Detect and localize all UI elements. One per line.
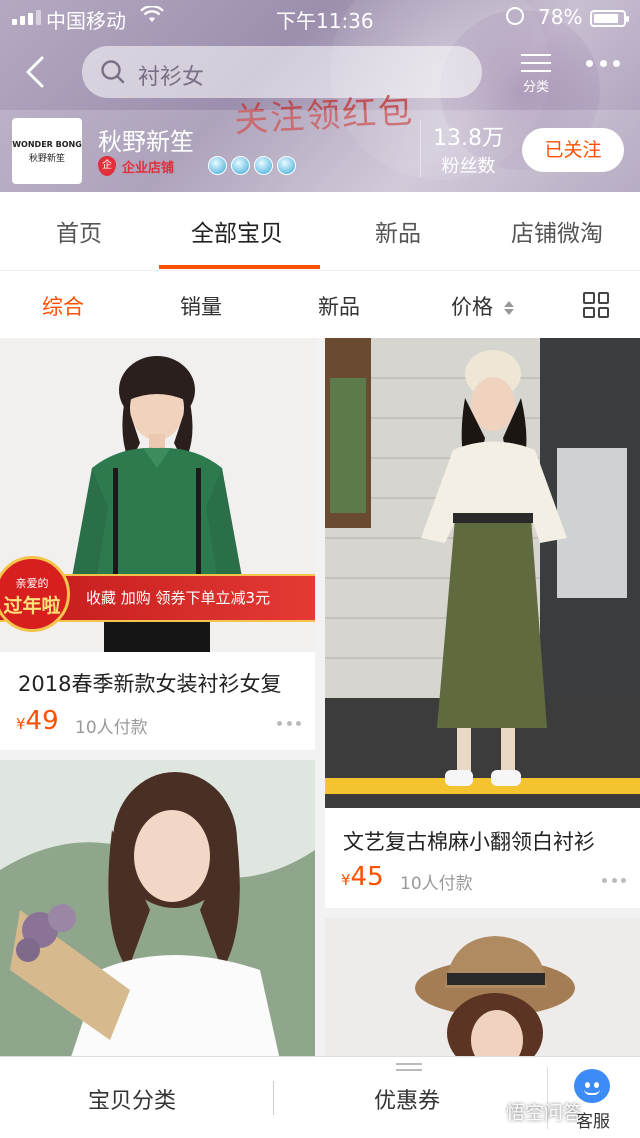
back-arrow-icon[interactable] — [20, 52, 54, 92]
wifi-icon — [140, 6, 164, 22]
crown-icon — [277, 156, 296, 175]
product-card[interactable]: 文艺复古棉麻小翻领白衬衫 ¥45 10人付款 — [325, 338, 640, 908]
shop-logo-cn: 秋野新笙 — [28, 154, 65, 164]
more-options-icon[interactable] — [586, 60, 620, 70]
sort-price[interactable]: 价格 — [451, 291, 514, 321]
crown-icon — [254, 156, 273, 175]
drag-handle-icon[interactable] — [396, 1063, 422, 1071]
tab-home[interactable]: 首页 — [56, 214, 102, 248]
battery-percent: 78% — [538, 5, 583, 29]
more-dots-icon[interactable] — [277, 721, 301, 727]
sort-default[interactable]: 综合 — [42, 291, 84, 321]
shop-name: 秋野新笙 — [98, 128, 194, 156]
tab-all-items[interactable]: 全部宝贝 — [191, 214, 283, 248]
signal-icon — [12, 10, 41, 25]
category-menu-label: 分类 — [522, 80, 549, 95]
active-tab-indicator — [159, 265, 320, 269]
category-menu-button[interactable]: 分类 — [514, 48, 558, 98]
enterprise-badge: 企 企业店铺 — [98, 156, 174, 176]
search-placeholder: 衬衫女 — [138, 65, 205, 90]
search-icon — [101, 60, 125, 84]
rotation-lock-icon — [506, 7, 524, 25]
shop-tabs: 首页 全部宝贝 新品 店铺微淘 — [0, 192, 640, 270]
product-title: 2018春季新款女装衬衫女复 — [18, 672, 282, 696]
price-value: 45 — [350, 862, 384, 892]
watermark: 悟空问答 — [506, 1102, 583, 1124]
crown-icon — [231, 156, 250, 175]
product-price: ¥45 — [341, 862, 384, 892]
shop-logo-en: WONDER BONG — [12, 140, 82, 149]
enterprise-shield-icon: 企 — [98, 156, 116, 176]
carrier-label: 中国移动 — [46, 9, 126, 33]
shop-rating-crowns — [208, 156, 296, 175]
ribbon-text: 收藏 加购 领券下单立减3元 — [86, 589, 271, 607]
sort-sales[interactable]: 销量 — [180, 291, 222, 321]
fans-label: 粉丝数 — [441, 156, 496, 177]
promo-ribbon: 亲爱的 过年啦 收藏 加购 领券下单立减3元 — [0, 556, 315, 632]
product-card[interactable]: 亲爱的 过年啦 收藏 加购 领券下单立减3元 2018春季新款女装衬衫女复 ¥4… — [0, 338, 315, 750]
promo-medal: 亲爱的 过年啦 — [0, 556, 70, 632]
currency-symbol: ¥ — [341, 871, 351, 889]
product-image — [0, 760, 315, 1060]
enterprise-badge-label: 企业店铺 — [122, 160, 175, 176]
sort-new[interactable]: 新品 — [318, 291, 360, 321]
price-value: 49 — [25, 706, 59, 736]
medal-big-text: 过年啦 — [3, 595, 61, 617]
product-card[interactable] — [0, 760, 315, 1060]
more-dots-icon[interactable] — [602, 878, 626, 884]
clock: 下午11:36 — [276, 9, 374, 33]
shop-header: 中国移动 下午11:36 78% 衬衫女 分类 关注领红包 WONDER BON… — [0, 0, 640, 192]
fans-count: 13.8万 粉丝数 — [420, 120, 516, 178]
shop-logo[interactable]: WONDER BONG 秋野新笙 — [12, 118, 82, 184]
divider — [273, 1081, 274, 1115]
coupon-button[interactable]: 优惠券 — [374, 1083, 440, 1115]
product-price: ¥49 — [16, 706, 59, 736]
list-menu-icon — [521, 54, 551, 72]
sort-price-label: 价格 — [451, 295, 493, 319]
battery-icon — [590, 10, 629, 27]
bottom-bar: 宝贝分类 优惠券 客服 — [0, 1056, 640, 1138]
crown-icon — [208, 156, 227, 175]
tab-weitao[interactable]: 店铺微淘 — [511, 214, 603, 248]
product-title: 文艺复古棉麻小翻领白衬衫 — [343, 830, 595, 854]
sort-bar: 综合 销量 新品 价格 — [0, 270, 640, 338]
product-card[interactable] — [325, 918, 640, 1058]
shop-info-bar: WONDER BONG 秋野新笙 秋野新笙 企 企业店铺 13.8万 粉丝数 已… — [0, 110, 640, 192]
paid-count: 10人付款 — [400, 874, 473, 894]
paid-count: 10人付款 — [75, 718, 148, 738]
product-image — [325, 918, 640, 1058]
grid-view-icon[interactable] — [583, 292, 609, 318]
product-image — [325, 338, 640, 808]
status-bar: 中国移动 下午11:36 78% — [0, 0, 640, 36]
fans-number: 13.8万 — [433, 126, 504, 151]
follow-button[interactable]: 已关注 — [522, 128, 624, 172]
currency-symbol: ¥ — [16, 715, 26, 733]
category-button[interactable]: 宝贝分类 — [88, 1083, 176, 1115]
medal-small-text: 亲爱的 — [15, 577, 49, 590]
tab-new[interactable]: 新品 — [375, 214, 421, 248]
sort-arrows-icon — [503, 301, 514, 315]
